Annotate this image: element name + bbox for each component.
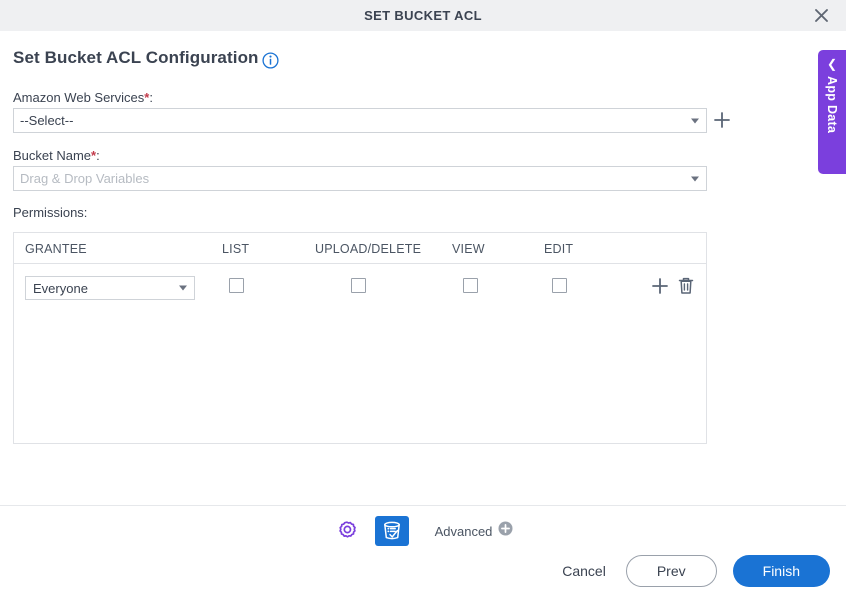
column-header-list: LIST bbox=[222, 242, 250, 256]
aws-label-text: Amazon Web Services bbox=[13, 90, 145, 105]
page-title: Set Bucket ACL Configuration bbox=[13, 48, 259, 67]
table-row: Everyone bbox=[14, 264, 706, 316]
bucket-check-icon[interactable] bbox=[374, 516, 409, 546]
grantee-select[interactable]: Everyone bbox=[25, 276, 195, 300]
aws-select[interactable]: --Select-- bbox=[13, 108, 707, 133]
add-aws-button[interactable] bbox=[713, 111, 731, 129]
grantee-value: Everyone bbox=[33, 280, 88, 296]
close-icon[interactable] bbox=[808, 3, 834, 29]
permissions-table: GRANTEE LIST UPLOAD/DELETE VIEW EDIT Eve… bbox=[13, 232, 707, 444]
aws-label-colon: : bbox=[149, 90, 153, 105]
chevron-left-icon: ❮ bbox=[826, 57, 838, 71]
bucket-field-label: Bucket Name*: bbox=[13, 148, 100, 163]
gear-icon[interactable] bbox=[333, 517, 361, 545]
bucket-label-colon: : bbox=[96, 148, 100, 163]
plus-circle-icon bbox=[498, 521, 513, 541]
footer-toolbar: Advanced bbox=[0, 506, 846, 556]
set-bucket-acl-dialog: SET BUCKET ACL Set Bucket ACL Configurat… bbox=[0, 0, 846, 595]
bucket-label-text: Bucket Name bbox=[13, 148, 92, 163]
column-header-upload-delete: UPLOAD/DELETE bbox=[315, 242, 422, 256]
aws-field-label: Amazon Web Services*: bbox=[13, 90, 153, 105]
permissions-label-text: Permissions bbox=[13, 205, 84, 220]
delete-row-button[interactable] bbox=[677, 276, 695, 296]
app-data-panel-toggle[interactable]: ❮ App Data bbox=[818, 50, 846, 174]
chevron-down-icon bbox=[179, 285, 187, 291]
dialog-actions: Cancel Prev Finish bbox=[558, 555, 830, 587]
add-row-button[interactable] bbox=[651, 277, 669, 295]
finish-button[interactable]: Finish bbox=[732, 555, 830, 587]
checkbox-list[interactable] bbox=[229, 278, 244, 293]
chevron-down-icon bbox=[691, 176, 699, 181]
permissions-label: Permissions: bbox=[13, 205, 87, 220]
column-header-grantee: GRANTEE bbox=[25, 242, 87, 256]
app-data-label: App Data bbox=[825, 76, 839, 134]
column-header-view: VIEW bbox=[452, 242, 485, 256]
bucket-name-value: Drag & Drop Variables bbox=[20, 171, 150, 186]
column-header-edit: EDIT bbox=[544, 242, 574, 256]
checkbox-upload-delete[interactable] bbox=[351, 278, 366, 293]
dialog-body: Set Bucket ACL Configuration Amazon Web … bbox=[0, 31, 846, 505]
cancel-button[interactable]: Cancel bbox=[558, 557, 610, 585]
chevron-down-icon bbox=[691, 118, 699, 123]
advanced-label: Advanced bbox=[434, 523, 493, 539]
permissions-label-colon: : bbox=[83, 205, 88, 220]
dialog-titlebar: SET BUCKET ACL bbox=[0, 0, 846, 31]
prev-button[interactable]: Prev bbox=[625, 555, 717, 587]
advanced-button[interactable]: Advanced bbox=[435, 521, 514, 541]
dialog-title: SET BUCKET ACL bbox=[364, 8, 482, 23]
aws-select-value: --Select-- bbox=[20, 113, 74, 128]
info-icon[interactable] bbox=[262, 52, 279, 69]
checkbox-edit[interactable] bbox=[552, 278, 567, 293]
table-header-row: GRANTEE LIST UPLOAD/DELETE VIEW EDIT bbox=[14, 233, 706, 264]
bucket-name-input[interactable]: Drag & Drop Variables bbox=[13, 166, 707, 191]
checkbox-view[interactable] bbox=[463, 278, 478, 293]
